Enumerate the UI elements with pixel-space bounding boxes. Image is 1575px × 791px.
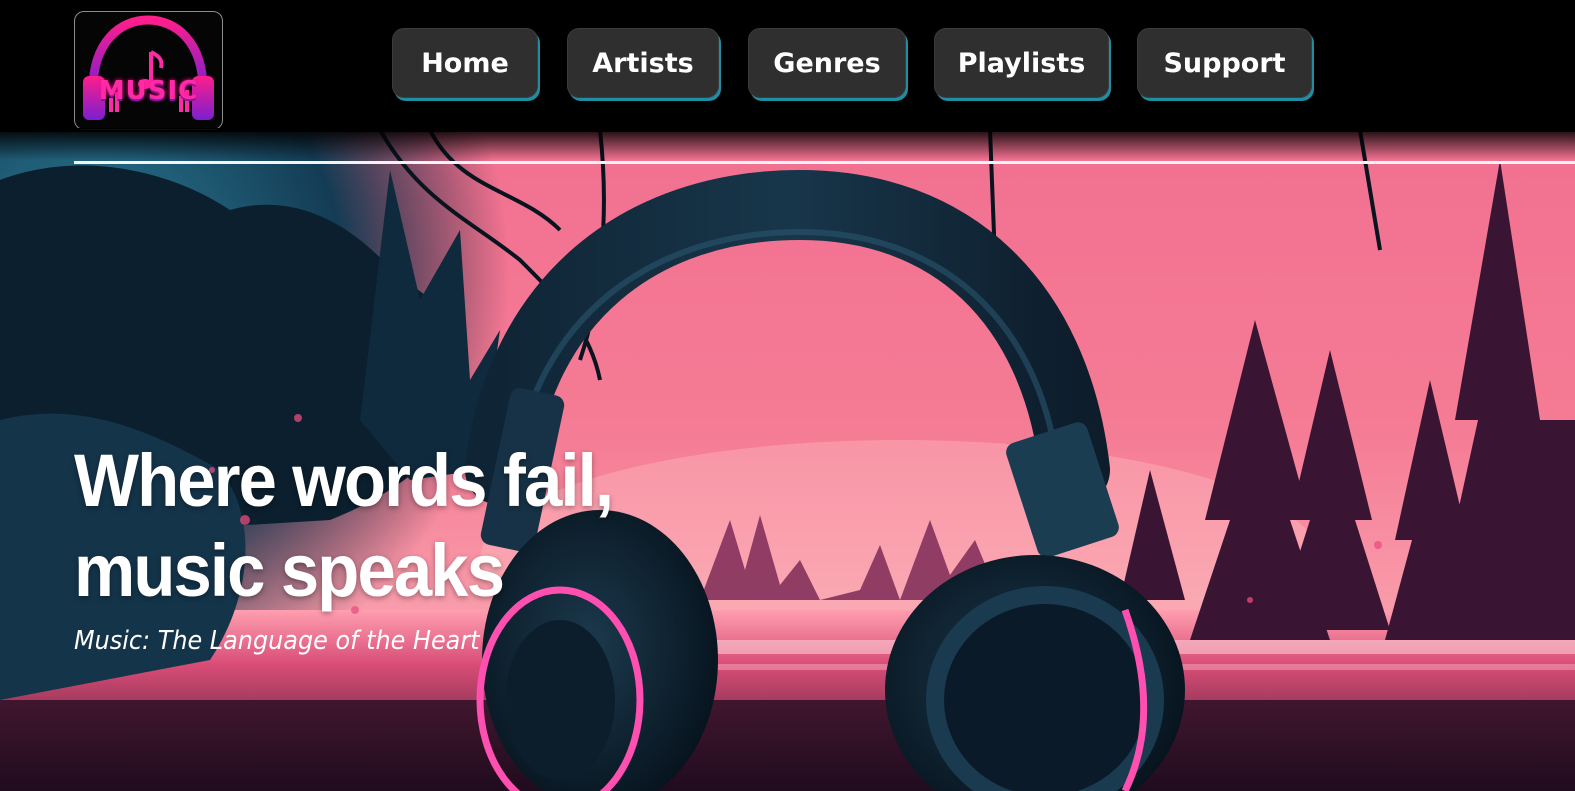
hero-tagline: Music: The Language of the Heart	[74, 626, 480, 656]
nav-support-button[interactable]: Support	[1137, 28, 1312, 98]
header-fade	[0, 128, 1575, 160]
nav-home-label: Home	[421, 47, 509, 79]
page: MUSIC Home Artists Genres Playlists Supp…	[0, 0, 1575, 791]
hero-headline-line-2: music speaks	[74, 529, 505, 612]
header-divider	[74, 161, 1575, 164]
nav-home-button[interactable]: Home	[392, 28, 538, 98]
hero-headline: Where words fail, music speaks	[74, 436, 632, 616]
logo-wordmark: MUSIC	[98, 76, 199, 106]
site-header: MUSIC Home Artists Genres Playlists Supp…	[0, 0, 1575, 132]
hero-headline-line-1: Where words fail,	[74, 439, 614, 522]
nav-genres-button[interactable]: Genres	[748, 28, 906, 98]
brand-logo[interactable]: MUSIC	[74, 11, 223, 130]
nav-support-label: Support	[1163, 47, 1286, 79]
nav-artists-button[interactable]: Artists	[567, 28, 719, 98]
headphones-logo-icon	[83, 15, 214, 120]
nav-genres-label: Genres	[773, 47, 881, 79]
nav-artists-label: Artists	[592, 47, 694, 79]
nav-playlists-label: Playlists	[957, 47, 1086, 79]
nav-playlists-button[interactable]: Playlists	[934, 28, 1109, 98]
